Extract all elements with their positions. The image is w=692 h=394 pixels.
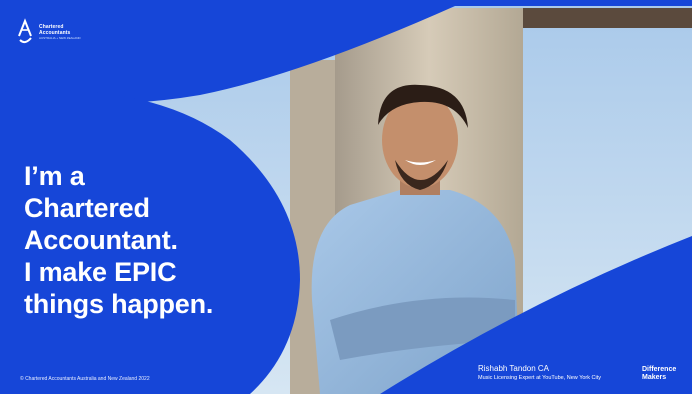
person-name: Rishabh Tandon CA <box>478 364 550 373</box>
campaign-slide: Chartered Accountants AUSTRALIA + NEW ZE… <box>0 0 692 394</box>
headline-line-1: I’m a <box>24 161 85 191</box>
campaign-line-2: Makers <box>642 373 667 381</box>
campaign-line-1: Difference <box>642 366 677 373</box>
ca-logo: Chartered Accountants AUSTRALIA + NEW ZE… <box>16 18 81 46</box>
copyright: © Chartered Accountants Australia and Ne… <box>20 376 150 382</box>
difference-makers-logo: Difference Makers <box>642 366 676 381</box>
headline-line-2: Chartered <box>24 193 150 223</box>
headline-line-5: things happen. <box>24 289 214 319</box>
headline: I’m a Chartered Accountant. I make EPIC … <box>24 160 213 320</box>
person-role: Music Licensing Expert at YouTube, New Y… <box>478 375 602 381</box>
ca-monogram-icon <box>18 18 32 44</box>
headline-line-4: I make EPIC <box>24 257 177 287</box>
logo-sub: AUSTRALIA + NEW ZEALAND <box>39 36 81 40</box>
headline-line-3: Accountant. <box>24 225 178 255</box>
